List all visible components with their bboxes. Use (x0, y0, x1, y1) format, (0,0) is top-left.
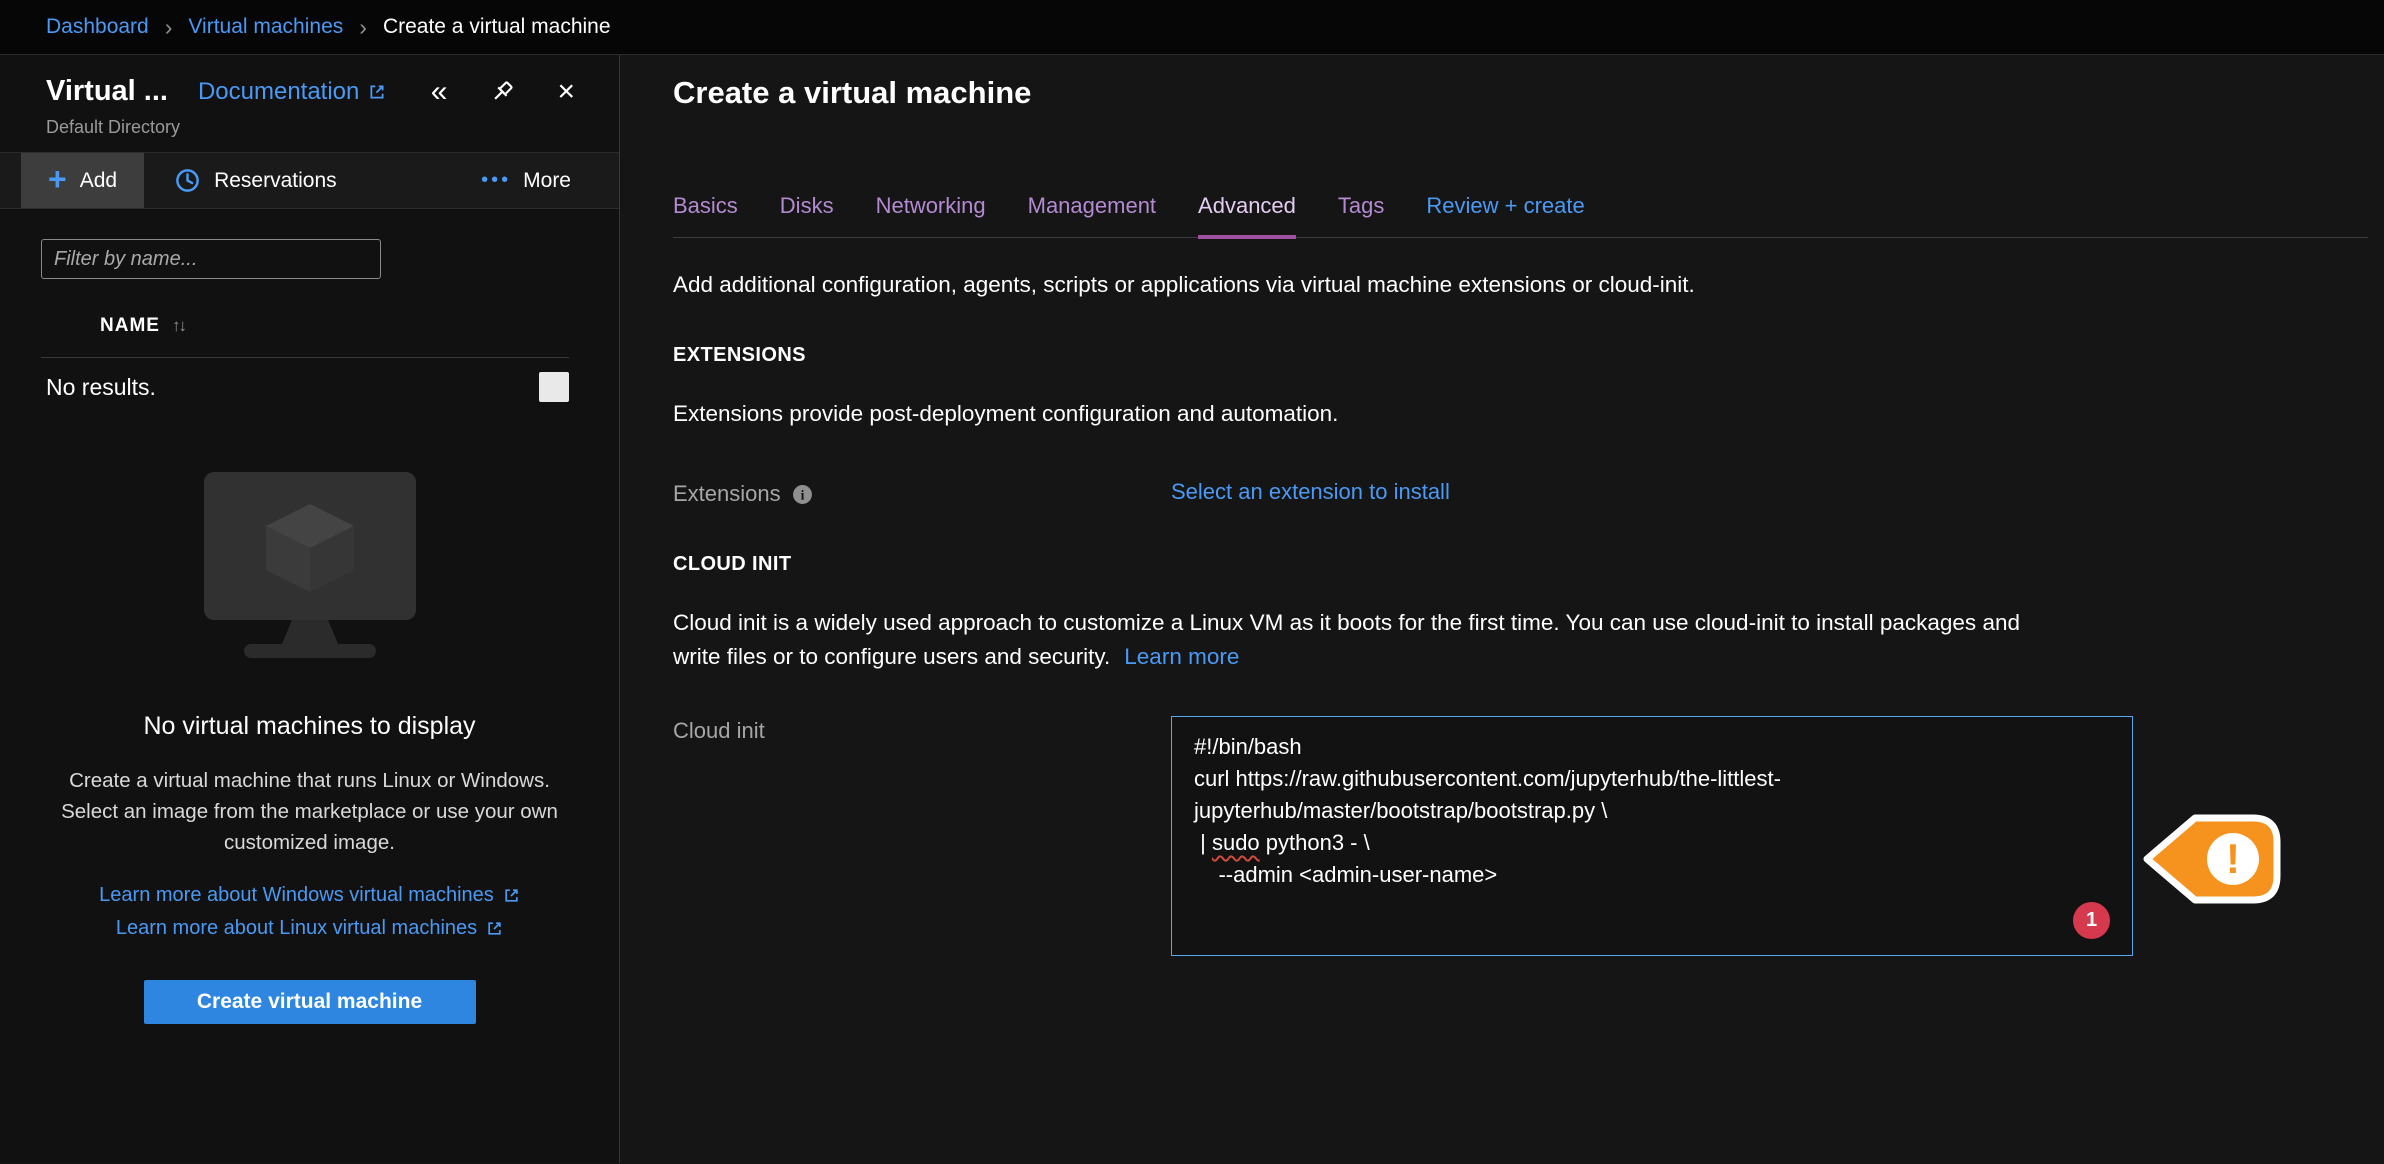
extensions-section-title: EXTENSIONS (673, 344, 2384, 367)
learn-windows-vm-label: Learn more about Windows virtual machine… (99, 884, 494, 907)
name-column-header[interactable]: NAME ↑↓ (100, 315, 619, 337)
plus-icon: + (48, 163, 67, 195)
learn-windows-vm-link[interactable]: Learn more about Windows virtual machine… (99, 884, 520, 907)
tab-review-create[interactable]: Review + create (1426, 193, 1584, 237)
tab-networking[interactable]: Networking (876, 193, 986, 237)
step-badge: 1 (2073, 902, 2110, 939)
empty-state-description: Create a virtual machine that runs Linux… (45, 765, 575, 858)
tab-management[interactable]: Management (1028, 193, 1156, 237)
external-link-icon (486, 920, 503, 937)
learn-more-link[interactable]: Learn more (1124, 644, 1239, 669)
svg-text:i: i (800, 487, 804, 502)
filter-by-name-input[interactable] (41, 239, 381, 279)
cloud-init-textarea[interactable]: #!/bin/bash curl https://raw.githubuserc… (1171, 716, 2133, 956)
close-blade-icon[interactable]: × (557, 77, 575, 107)
sort-arrows-icon: ↑↓ (172, 316, 185, 336)
add-button-label: Add (80, 169, 117, 193)
extensions-field-label: Extensions (673, 481, 781, 507)
breadcrumb-virtual-machines[interactable]: Virtual machines (188, 15, 343, 39)
add-button[interactable]: + Add (21, 153, 144, 208)
empty-state-heading: No virtual machines to display (143, 712, 475, 741)
documentation-link-label: Documentation (198, 78, 359, 106)
script-line-3: | sudo python3 - \ (1194, 827, 2110, 859)
chevron-right-icon: › (165, 14, 173, 41)
cloud-init-description-text: Cloud init is a widely used approach to … (673, 610, 2020, 669)
external-link-icon (368, 83, 386, 101)
extensions-field-row: Extensions i Select an extension to inst… (673, 479, 2384, 507)
pin-icon[interactable] (489, 79, 515, 105)
learn-linux-vm-label: Learn more about Linux virtual machines (116, 917, 477, 940)
more-label: More (523, 169, 571, 193)
cloud-init-field-label: Cloud init (673, 718, 765, 744)
collapse-blade-icon[interactable]: « (431, 77, 448, 107)
blade-header: Virtual ... Documentation « (0, 55, 619, 152)
select-extension-link[interactable]: Select an extension to install (1171, 479, 1450, 505)
reservations-button[interactable]: Reservations (174, 167, 337, 194)
advanced-tab-intro: Add additional configuration, agents, sc… (673, 272, 2384, 298)
create-virtual-machine-button[interactable]: Create virtual machine (144, 980, 476, 1024)
tab-advanced[interactable]: Advanced (1198, 193, 1296, 239)
breadcrumb-current-page: Create a virtual machine (383, 15, 611, 39)
clock-icon (174, 167, 201, 194)
create-vm-panel: Create a virtual machine Basics Disks Ne… (620, 55, 2384, 1163)
reservations-label: Reservations (214, 169, 337, 193)
no-results-row: No results. (0, 358, 619, 402)
tab-disks[interactable]: Disks (780, 193, 834, 237)
directory-subtitle: Default Directory (46, 117, 589, 138)
blade-toolbar: + Add Reservations ••• More (0, 152, 619, 209)
script-line-4: --admin <admin-user-name> (1194, 859, 2110, 891)
tab-basics[interactable]: Basics (673, 193, 738, 237)
checkbox[interactable] (539, 372, 569, 402)
cloud-init-section-title: CLOUD INIT (673, 553, 2384, 576)
page-title: Create a virtual machine (673, 55, 2384, 111)
wizard-tabs: Basics Disks Networking Management Advan… (673, 193, 2368, 238)
script-line-2: curl https://raw.githubusercontent.com/j… (1194, 763, 2110, 827)
cloud-init-section-description: Cloud init is a widely used approach to … (673, 606, 2073, 674)
documentation-link[interactable]: Documentation (198, 78, 386, 106)
ellipsis-icon: ••• (481, 169, 511, 192)
extensions-section-description: Extensions provide post-deployment confi… (673, 397, 2073, 431)
chevron-right-icon: › (359, 14, 367, 41)
name-column-label: NAME (100, 315, 160, 337)
tab-tags[interactable]: Tags (1338, 193, 1384, 237)
sudo-misspelled-word: sudo (1212, 830, 1260, 855)
blade-title: Virtual ... (46, 75, 168, 108)
vm-monitor-illustration (204, 472, 416, 668)
script-line-1: #!/bin/bash (1194, 731, 2110, 763)
external-link-icon (503, 887, 520, 904)
info-icon[interactable]: i (792, 484, 813, 505)
virtual-machines-blade: Virtual ... Documentation « (0, 55, 620, 1163)
breadcrumb: Dashboard › Virtual machines › Create a … (0, 0, 2384, 55)
learn-linux-vm-link[interactable]: Learn more about Linux virtual machines (116, 917, 503, 940)
cloud-init-field-row: Cloud init #!/bin/bash curl https://raw.… (673, 716, 2384, 956)
breadcrumb-dashboard[interactable]: Dashboard (46, 15, 149, 39)
no-results-label: No results. (46, 374, 156, 401)
empty-state: No virtual machines to display Create a … (0, 472, 619, 1024)
more-button[interactable]: ••• More (481, 169, 571, 193)
azure-portal-window: Dashboard › Virtual machines › Create a … (0, 0, 2384, 1164)
